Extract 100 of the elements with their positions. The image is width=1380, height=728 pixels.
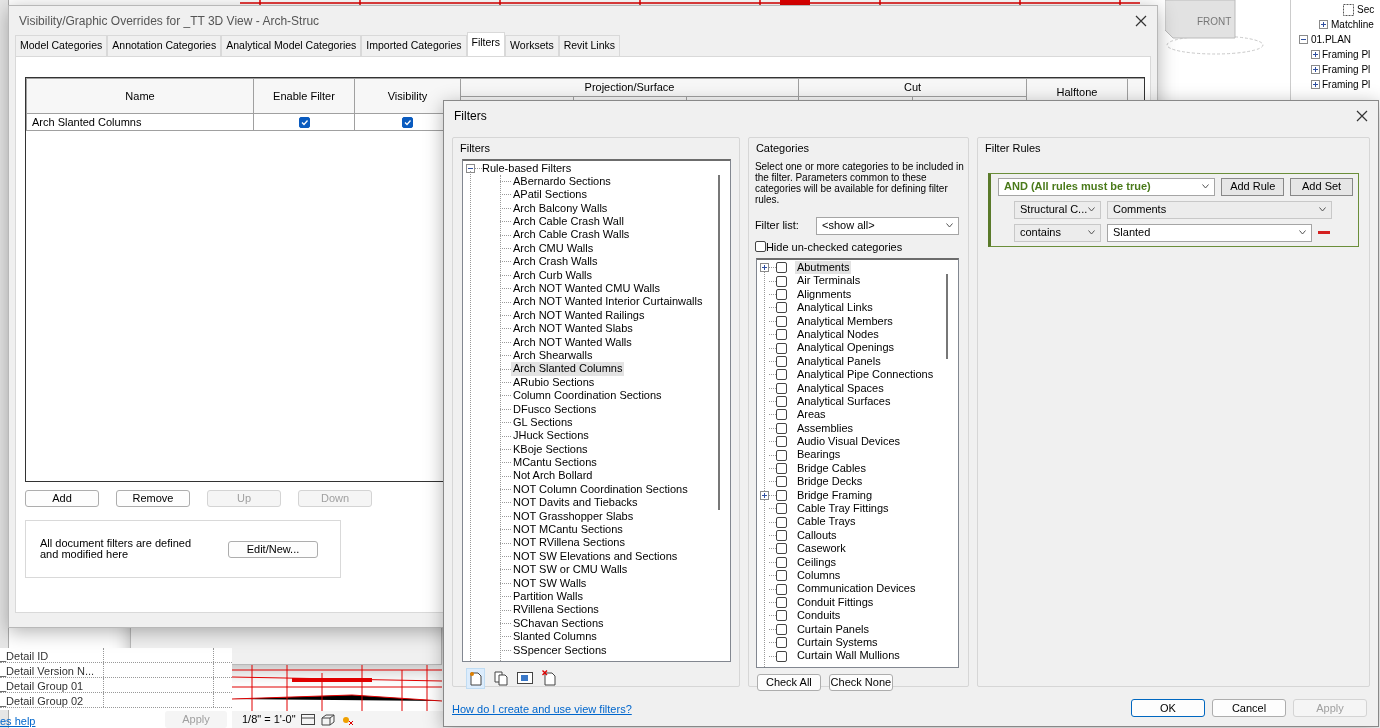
button[interactable]: Add — [25, 490, 99, 507]
expand-icon[interactable] — [759, 263, 769, 273]
close-icon[interactable] — [1135, 15, 1147, 27]
close-icon[interactable] — [1356, 110, 1368, 122]
tree-item[interactable]: Conduits — [794, 609, 843, 623]
tree-item[interactable]: ARubio Sections — [511, 375, 597, 390]
tab[interactable]: Filters — [466, 32, 506, 56]
tree-item[interactable]: Areas — [794, 408, 828, 422]
tree-item[interactable]: Air Terminals — [794, 274, 863, 288]
tree-item[interactable]: Analytical Spaces — [794, 381, 886, 395]
tree-item[interactable]: Bearings — [794, 448, 843, 462]
checkbox[interactable] — [775, 556, 787, 568]
tree-item[interactable]: NOT SW Elevations and Sections — [511, 549, 680, 564]
tree-item[interactable]: JHuck Sections — [511, 429, 591, 443]
checkbox[interactable] — [402, 117, 413, 129]
checkbox[interactable] — [775, 262, 787, 274]
tree-item[interactable]: DFusco Sections — [511, 402, 599, 416]
button[interactable]: Check All — [756, 674, 821, 691]
tree-item[interactable]: Analytical Members — [794, 314, 895, 328]
filter-list-dropdown[interactable]: <show all> — [816, 216, 959, 235]
tree-item[interactable]: NOT Davits and Tiebacks — [511, 496, 640, 510]
tree-item[interactable]: NOT MCantu Sections — [511, 523, 625, 537]
checkbox[interactable] — [775, 422, 787, 434]
checkbox[interactable] — [754, 241, 766, 253]
tree-item[interactable]: Arch NOT Wanted CMU Walls — [511, 282, 662, 296]
tree-item[interactable]: Arch NOT Wanted Walls — [511, 335, 634, 349]
tree-item[interactable]: Columns — [794, 569, 843, 583]
tree-item[interactable]: Communication Devices — [794, 582, 918, 596]
checkbox[interactable] — [775, 396, 787, 408]
help-link[interactable]: How do I create and use view filters? — [452, 700, 632, 717]
tree-item[interactable]: Framing Pl — [1322, 77, 1371, 92]
tree-item[interactable]: Arch NOT Wanted Railings — [511, 308, 647, 323]
checkbox[interactable] — [775, 610, 787, 622]
checkbox[interactable] — [775, 369, 787, 381]
tree-item[interactable]: SChavan Sections — [511, 616, 606, 631]
tree-item[interactable]: Bridge Decks — [794, 475, 865, 489]
tree-item[interactable]: Arch Cable Crash Wall — [511, 215, 626, 229]
tree-item[interactable]: Arch CMU Walls — [511, 241, 596, 256]
tree-item[interactable]: Bridge Cables — [794, 461, 868, 476]
tree-item[interactable]: Framing Pl — [1322, 47, 1371, 62]
tree-item[interactable]: NOT SW or CMU Walls — [511, 563, 630, 577]
tree-item[interactable]: Callouts — [794, 528, 839, 543]
checkbox[interactable] — [775, 516, 787, 528]
tree-item[interactable]: Assemblies — [794, 421, 856, 436]
button[interactable]: Cancel — [1212, 699, 1286, 717]
checkbox[interactable] — [775, 543, 787, 555]
tree-item[interactable]: Rule-based Filters — [482, 161, 572, 175]
tree-item[interactable]: Analytical Panels — [794, 354, 883, 369]
checkbox[interactable] — [775, 503, 787, 515]
checkbox[interactable] — [775, 637, 787, 649]
new-filter-button[interactable] — [466, 667, 485, 689]
tree-item[interactable]: Arch Cable Crash Walls — [511, 228, 632, 242]
tree-item[interactable]: Arch NOT Wanted Slabs — [511, 322, 635, 336]
tree-item[interactable]: Curtain Wall Mullions — [794, 649, 902, 663]
expand-icon[interactable] — [1319, 20, 1328, 29]
tree-item[interactable]: Column Coordination Sections — [511, 389, 664, 403]
rename-icon[interactable] — [517, 671, 533, 685]
edit-new-button[interactable]: Edit/New... — [228, 540, 318, 558]
tree-item[interactable]: Arch NOT Wanted Interior Curtainwalls — [511, 295, 705, 309]
delete-icon[interactable] — [542, 670, 556, 686]
checkbox[interactable] — [775, 302, 787, 314]
tree-item[interactable]: Slanted Columns — [511, 630, 599, 644]
tree-item[interactable]: Analytical Pipe Connections — [794, 368, 936, 382]
category-dropdown[interactable]: Structural C... — [1014, 200, 1101, 219]
tree-item[interactable]: Bridge Framing — [794, 488, 875, 503]
expand-icon[interactable] — [1311, 80, 1320, 89]
checkbox[interactable] — [298, 117, 310, 129]
tree-item[interactable]: NOT Grasshopper Slabs — [511, 509, 636, 524]
checkbox[interactable] — [775, 342, 787, 354]
tab[interactable]: Imported Categories — [361, 35, 467, 56]
tree-item[interactable]: NOT RVillena Sections — [511, 536, 627, 550]
tree-item[interactable]: NOT SW Walls — [511, 576, 589, 590]
checkbox[interactable] — [775, 583, 787, 595]
button[interactable]: Add Rule — [1221, 177, 1285, 196]
tree-item[interactable]: RVillena Sections — [511, 603, 601, 617]
value-combo-field[interactable]: Slanted — [1107, 223, 1312, 242]
checkbox[interactable] — [775, 436, 787, 448]
detail-level-icon[interactable] — [301, 714, 316, 725]
tree-item[interactable]: Abutments — [794, 261, 852, 275]
checkbox[interactable] — [775, 315, 787, 327]
checkbox[interactable] — [775, 623, 787, 635]
tree-item[interactable]: Analytical Surfaces — [794, 394, 893, 409]
button[interactable]: Add Set — [1290, 177, 1353, 196]
button[interactable]: Check None — [828, 674, 893, 691]
tree-item[interactable]: SSpencer Sections — [511, 643, 609, 657]
expand-icon[interactable] — [759, 490, 769, 500]
checkbox[interactable] — [775, 409, 787, 421]
condition-dropdown[interactable]: contains — [1014, 223, 1101, 242]
tree-item[interactable]: Curtain Systems — [794, 635, 880, 650]
duplicate-icon[interactable] — [494, 670, 508, 686]
operator-dropdown[interactable]: AND (All rules must be true) — [998, 177, 1216, 196]
tree-item[interactable]: APatil Sections — [511, 188, 589, 202]
tab[interactable]: Worksets — [505, 35, 559, 56]
checkbox[interactable] — [775, 329, 787, 341]
tree-item[interactable]: Conduit Fittings — [794, 595, 876, 610]
cube-icon[interactable] — [320, 713, 335, 726]
checkbox[interactable] — [775, 382, 787, 394]
tree-item[interactable]: Arch Slanted Columns — [511, 362, 625, 376]
parameter-dropdown[interactable]: Comments — [1107, 200, 1332, 219]
tree-item[interactable]: Analytical Nodes — [794, 327, 881, 342]
